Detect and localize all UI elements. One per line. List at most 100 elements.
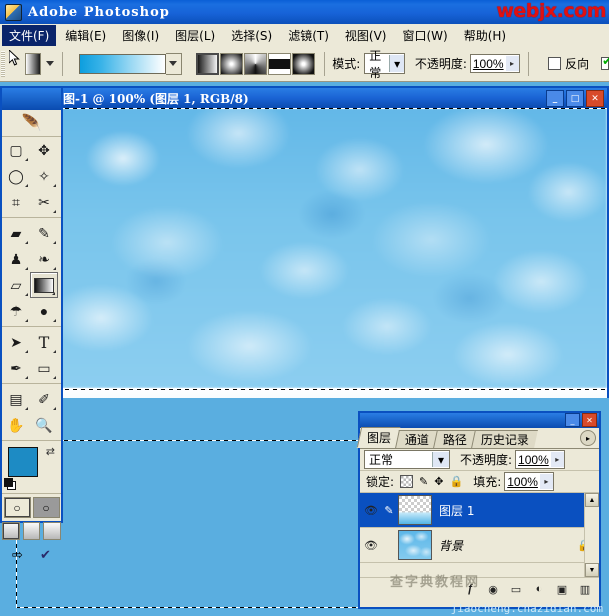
path-selection-tool[interactable]: ➤ [2, 329, 30, 355]
tab-channels[interactable]: 通道 [395, 430, 438, 448]
minimize-button[interactable]: _ [546, 90, 564, 107]
lock-image-pixels-icon[interactable]: ✎ [419, 475, 428, 488]
fill-input[interactable]: 100% ▸ [504, 472, 554, 491]
panel-menu-icon[interactable]: ▸ [580, 430, 596, 446]
gradient-picker-dropdown[interactable] [165, 52, 182, 75]
full-screen-mode-button[interactable] [43, 522, 62, 540]
app-title-bar: Adobe Photoshop webjx.com [0, 0, 609, 24]
lasso-tool[interactable]: ◯ [2, 163, 30, 189]
lock-all-icon[interactable]: 🔒 [449, 475, 463, 488]
layer-visibility-icon[interactable]: 👁 [362, 504, 380, 517]
close-button[interactable]: ✕ [582, 413, 597, 427]
clone-stamp-tool[interactable]: ♟ [2, 246, 30, 272]
quick-mask-mode-button[interactable]: ○ [32, 497, 60, 518]
menu-image[interactable]: 图像(I) [115, 25, 166, 46]
history-brush-tool[interactable]: ❧ [30, 246, 58, 272]
magic-wand-tool[interactable]: ✧ [30, 163, 58, 189]
menu-help[interactable]: 帮助(H) [457, 25, 513, 46]
eraser-tool[interactable]: ▱ [2, 272, 30, 298]
layer-opacity-label: 不透明度: [460, 453, 513, 467]
table-row[interactable]: 👁 ✎ 图层 1 [360, 493, 599, 528]
brush-indicator-icon[interactable]: ✎ [380, 504, 398, 517]
angle-gradient-button[interactable] [243, 52, 267, 75]
table-row[interactable]: 👁 背景 🔒 [360, 528, 599, 563]
reverse-checkbox[interactable] [548, 57, 562, 70]
opacity-input[interactable]: 100% ▸ [469, 54, 520, 73]
chevron-down-icon[interactable] [46, 61, 55, 66]
menu-view[interactable]: 视图(V) [338, 25, 394, 46]
shape-tool[interactable]: ▭ [30, 355, 58, 381]
layer-thumbnail[interactable] [398, 495, 432, 525]
check-mark-button[interactable]: ✔ [34, 545, 58, 565]
layers-palette-title-bar[interactable]: _ ✕ [360, 413, 599, 428]
radial-gradient-button[interactable] [219, 52, 243, 75]
gradient-tool[interactable] [30, 272, 58, 298]
pen-tool[interactable]: ✒ [2, 355, 30, 381]
menu-filter[interactable]: 滤镜(T) [281, 25, 336, 46]
dither-checkbox[interactable] [601, 54, 609, 70]
tab-layers[interactable]: 图层 [356, 427, 401, 448]
opacity-stepper-icon[interactable]: ▸ [505, 56, 519, 71]
layer-blend-mode-select[interactable]: 正常 ▾ [364, 450, 450, 469]
menu-file[interactable]: 文件(F) [2, 24, 57, 46]
jump-to-imageready-button[interactable]: ⇨ [6, 545, 30, 565]
layer-thumbnail[interactable] [398, 530, 432, 560]
default-colors-icon[interactable] [4, 478, 16, 490]
eyedropper-tool[interactable]: ✐ [30, 386, 58, 412]
full-screen-menubar-mode-button[interactable] [22, 522, 41, 540]
menu-edit[interactable]: 编辑(E) [58, 25, 113, 46]
hand-tool[interactable]: ✋ [2, 412, 30, 438]
layer-name[interactable]: 图层 1 [439, 502, 474, 519]
layer-visibility-icon[interactable]: 👁 [362, 539, 380, 552]
minimize-button[interactable]: _ [565, 413, 580, 427]
screen-mode-buttons [2, 522, 62, 540]
gradient-preset-icon[interactable] [25, 52, 42, 75]
document-title-bar[interactable]: 图-1 @ 100% (图层 1, RGB/8) _ □ ✕ [57, 88, 607, 108]
diamond-gradient-button[interactable] [291, 52, 315, 75]
document-canvas[interactable] [57, 108, 607, 398]
layer-list-scrollbar[interactable]: ▲ ▼ [584, 493, 599, 577]
fill-stepper-icon[interactable]: ▸ [539, 474, 553, 489]
blend-mode-select[interactable]: 正常 ▾ [364, 49, 405, 80]
layers-window-buttons: _ ✕ [565, 413, 597, 427]
move-tool[interactable]: ✥ [30, 137, 58, 163]
delete-layer-button[interactable]: ▥ [577, 582, 593, 597]
linear-gradient-button[interactable] [195, 52, 219, 75]
layer-blend-mode-value: 正常 [369, 453, 394, 467]
crop-tool[interactable]: ⌗ [2, 189, 30, 215]
brush-tool[interactable]: ✎ [30, 220, 58, 246]
tab-label: 路径 [442, 433, 467, 447]
scroll-up-icon[interactable]: ▲ [585, 493, 599, 507]
maximize-button[interactable]: □ [566, 90, 584, 107]
notes-tool[interactable]: ▤ [2, 386, 30, 412]
menu-select[interactable]: 选择(S) [224, 25, 279, 46]
lock-transparent-pixels-icon[interactable] [400, 475, 414, 488]
lock-position-icon[interactable]: ✥ [434, 475, 443, 488]
standard-mode-button[interactable]: ○ [3, 497, 31, 518]
reflected-gradient-button[interactable] [267, 52, 291, 75]
gradient-preview-swatch[interactable] [78, 53, 166, 74]
tools-palette-title-bar[interactable] [2, 88, 61, 110]
tab-history[interactable]: 历史记录 [471, 430, 538, 448]
menu-layer[interactable]: 图层(L) [168, 25, 222, 46]
opacity-stepper-icon[interactable]: ▸ [550, 452, 564, 467]
scroll-down-icon[interactable]: ▼ [585, 563, 599, 577]
marquee-tool[interactable]: ▢ [2, 137, 30, 163]
layer-opacity-input[interactable]: 100% ▸ [515, 450, 565, 469]
menu-window[interactable]: 窗口(W) [395, 25, 454, 46]
foreground-color-swatch[interactable] [8, 447, 38, 477]
options-bar-grip[interactable] [1, 50, 6, 77]
blur-tool[interactable]: ☂ [2, 298, 30, 324]
layer-name[interactable]: 背景 [439, 537, 463, 554]
slice-tool[interactable]: ✂ [30, 189, 58, 215]
dodge-tool[interactable]: ● [30, 298, 58, 324]
tab-paths[interactable]: 路径 [433, 430, 476, 448]
swap-colors-icon[interactable]: ⇄ [46, 445, 55, 458]
type-tool[interactable]: T [30, 329, 58, 355]
zoom-tool[interactable]: 🔍 [30, 412, 58, 438]
close-button[interactable]: ✕ [586, 90, 604, 107]
standard-screen-mode-button[interactable] [2, 522, 20, 540]
healing-brush-tool[interactable]: ▰ [2, 220, 30, 246]
jump-to-buttons: ⇨ ✔ [2, 545, 61, 565]
divider [527, 51, 529, 76]
